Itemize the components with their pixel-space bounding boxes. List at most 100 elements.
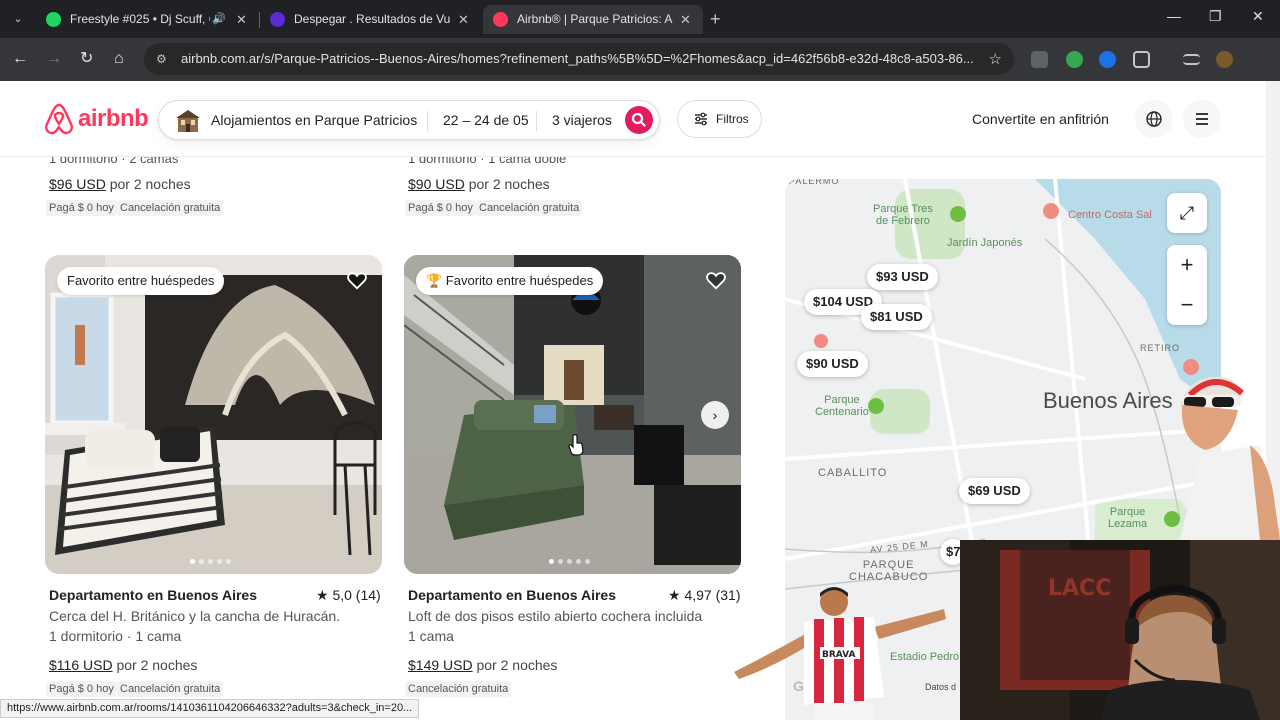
- tab-despegar[interactable]: Despegar . Resultados de Vuelo ✕: [260, 5, 482, 34]
- forward-icon[interactable]: →: [46, 50, 62, 68]
- map-label: Parque Tres de Febrero: [873, 203, 933, 227]
- extension-icon[interactable]: [1031, 51, 1048, 68]
- listing-photo[interactable]: Favorito entre huéspedes: [45, 255, 382, 574]
- extensions-puzzle-icon[interactable]: [1133, 51, 1150, 68]
- reload-icon[interactable]: ↻: [80, 50, 93, 68]
- listing-price[interactable]: $149 USD por 2 noches: [408, 657, 557, 673]
- zoom-in-button[interactable]: +: [1167, 245, 1207, 285]
- wishlist-heart-icon[interactable]: [705, 269, 727, 291]
- url-text[interactable]: airbnb.com.ar/s/Parque-Patricios--Buenos…: [181, 43, 976, 75]
- hamburger-icon: [1196, 113, 1208, 125]
- price-pin[interactable]: $90 USD: [797, 351, 868, 377]
- search-button[interactable]: [625, 106, 653, 134]
- listing-price[interactable]: $96 USD por 2 noches: [49, 176, 191, 192]
- guest-favorite-badge: Favorito entre huéspedes: [57, 267, 225, 295]
- close-tab-icon[interactable]: ✕: [680, 5, 691, 34]
- minimize-icon[interactable]: —: [1167, 8, 1181, 24]
- globe-icon: [1146, 111, 1162, 127]
- price-period: por 2 noches: [476, 657, 558, 673]
- filters-button[interactable]: Filtros: [677, 100, 762, 138]
- price-period: por 2 noches: [468, 176, 550, 192]
- expand-map-button[interactable]: ⤢: [1167, 193, 1207, 233]
- back-icon[interactable]: ←: [12, 50, 28, 68]
- dot: [558, 559, 563, 564]
- listing-description: Cerca del H. Británico y la cancha de Hu…: [49, 608, 341, 624]
- price-period: por 2 noches: [109, 176, 191, 192]
- price-pin[interactable]: $81 USD: [861, 304, 932, 330]
- free-cancel-chip: Cancelación gratuita: [476, 200, 583, 216]
- extension-icon[interactable]: [1099, 51, 1116, 68]
- dot: [217, 559, 222, 564]
- listing-title[interactable]: Departamento en Buenos Aires: [408, 587, 616, 603]
- map-label: PALERMO: [789, 179, 840, 186]
- become-host-link[interactable]: Convertite en anfitrión: [972, 81, 1109, 157]
- listing-title[interactable]: Departamento en Buenos Aires: [49, 587, 257, 603]
- map-label: Jardín Japonés: [947, 237, 1023, 249]
- address-bar[interactable]: ⚙ airbnb.com.ar/s/Parque-Patricios--Buen…: [144, 43, 1014, 75]
- pay-zero-chip: Pagá $ 0 hoy: [46, 200, 117, 216]
- price-amount[interactable]: $116 USD: [49, 657, 113, 673]
- price-amount[interactable]: $96 USD: [49, 176, 106, 192]
- hand-cursor-icon: [568, 434, 584, 456]
- pay-zero-chip: Pagá $ 0 hoy: [46, 681, 117, 697]
- apartment-photo-image: [45, 255, 382, 574]
- media-control-icon[interactable]: [1183, 54, 1200, 65]
- close-window-icon[interactable]: ✕: [1252, 8, 1264, 25]
- map-label: PARQUE CHACABUCO: [849, 559, 929, 583]
- zoom-out-button[interactable]: −: [1167, 285, 1207, 325]
- search-location[interactable]: Alojamientos en Parque Patricios: [211, 101, 417, 139]
- search-dates[interactable]: 22 – 24 de 05: [443, 101, 529, 139]
- dot: [567, 559, 572, 564]
- airbnb-logo-text[interactable]: airbnb: [78, 105, 149, 133]
- filters-icon: [695, 112, 707, 126]
- free-cancel-chip: Cancelación gratuita: [117, 681, 224, 697]
- apartment-photo-image: [404, 255, 741, 574]
- tab-title: Airbnb® | Parque Patricios: Aloj: [517, 12, 673, 26]
- map-label: CABALLITO: [818, 467, 888, 479]
- listing-price[interactable]: $116 USD por 2 noches: [49, 657, 197, 673]
- guest-favorite-badge: 🏆 Favorito entre huéspedes: [416, 267, 604, 295]
- price-amount[interactable]: $149 USD: [408, 657, 473, 673]
- airbnb-tab-icon: [493, 12, 508, 27]
- dot: [226, 559, 231, 564]
- dot: [585, 559, 590, 564]
- next-photo-button[interactable]: ›: [701, 401, 729, 429]
- tab-freestyle[interactable]: Freestyle #025 • Dj Scuff, Cl 🔊 ✕: [36, 5, 258, 34]
- browser-tab-strip: ⌄ Freestyle #025 • Dj Scuff, Cl 🔊 ✕ Desp…: [0, 0, 1280, 38]
- airbnb-logo-icon[interactable]: [44, 103, 74, 135]
- restore-icon[interactable]: ❐: [1209, 8, 1222, 25]
- map-label: RETIRO: [1140, 343, 1181, 353]
- listing-rating: ★ 5,0 (14): [316, 587, 381, 603]
- tab-search-chevron-icon[interactable]: ⌄: [8, 9, 28, 29]
- site-info-icon[interactable]: ⚙: [156, 51, 172, 67]
- dot: [199, 559, 204, 564]
- profile-avatar[interactable]: [1216, 51, 1233, 68]
- audio-icon[interactable]: 🔊: [212, 5, 226, 34]
- main-menu-button[interactable]: [1183, 100, 1221, 138]
- price-amount[interactable]: $90 USD: [408, 176, 465, 192]
- despegar-icon: [270, 12, 285, 27]
- price-pin[interactable]: $93 USD: [867, 264, 938, 290]
- close-tab-icon[interactable]: ✕: [458, 5, 469, 34]
- listing-price[interactable]: $90 USD por 2 noches: [408, 176, 550, 192]
- streamer-cutout-image: [1180, 376, 1280, 540]
- close-tab-icon[interactable]: ✕: [236, 5, 247, 34]
- map-label: Parque Centenario: [815, 394, 869, 418]
- pay-zero-chip: Pagá $ 0 hoy: [405, 200, 476, 216]
- carousel-dots: [549, 559, 590, 564]
- tab-airbnb[interactable]: Airbnb® | Parque Patricios: Aloj ✕: [483, 5, 703, 34]
- map-label: Parque Lezama: [1108, 506, 1148, 530]
- search-bar[interactable]: Alojamientos en Parque Patricios 22 – 24…: [158, 100, 660, 140]
- dot: [208, 559, 213, 564]
- extension-icon[interactable]: [1066, 51, 1083, 68]
- new-tab-button[interactable]: +: [710, 9, 721, 29]
- home-icon[interactable]: ⌂: [114, 50, 124, 68]
- bookmark-star-icon[interactable]: ☆: [989, 50, 1002, 68]
- divider: [427, 111, 428, 131]
- search-guests[interactable]: 3 viajeros: [552, 101, 612, 139]
- language-button[interactable]: [1135, 100, 1173, 138]
- wishlist-heart-icon[interactable]: [346, 269, 368, 291]
- listing-photo[interactable]: 🏆 Favorito entre huéspedes ›: [404, 255, 741, 574]
- search-icon: [631, 112, 646, 127]
- price-pin[interactable]: $69 USD: [959, 478, 1030, 504]
